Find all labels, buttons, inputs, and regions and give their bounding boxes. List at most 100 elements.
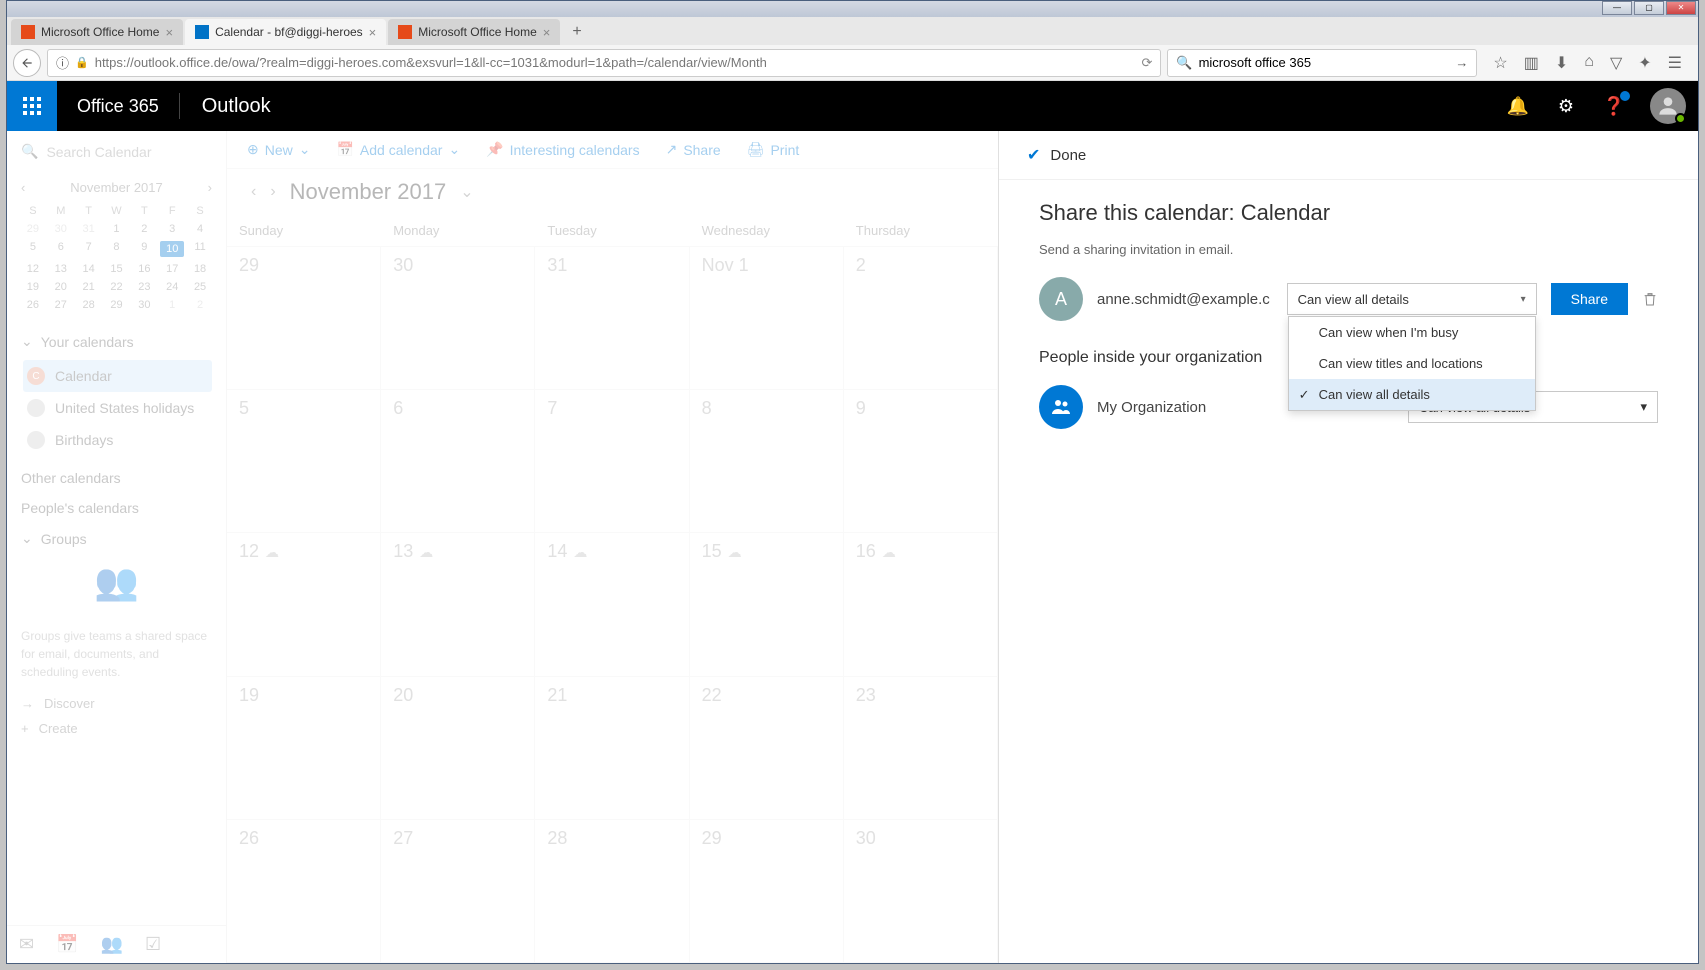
mini-cal-day[interactable]: 13 [49, 263, 73, 275]
mini-cal-day[interactable]: 11 [188, 241, 212, 257]
month-day-cell[interactable]: 12☁ [227, 533, 381, 676]
create-link[interactable]: +Create [21, 716, 212, 741]
back-button[interactable] [13, 49, 41, 77]
mini-cal-day[interactable]: 4 [188, 223, 212, 235]
mini-cal-day[interactable]: 25 [188, 281, 212, 293]
month-day-cell[interactable]: 30 [381, 247, 535, 390]
mini-cal-day[interactable]: 18 [188, 263, 212, 275]
mini-cal-day[interactable]: 2 [132, 223, 156, 235]
mini-cal-day[interactable]: 1 [105, 223, 129, 235]
mini-cal-day[interactable]: 27 [49, 299, 73, 311]
your-calendars-toggle[interactable]: ⌄ Your calendars [21, 333, 212, 350]
window-close-button[interactable]: ✕ [1666, 1, 1696, 15]
permission-select[interactable]: Can view all details ▾ Can view when I'm… [1287, 283, 1537, 315]
permission-option[interactable]: Can view titles and locations [1289, 348, 1535, 379]
url-field[interactable]: ⓘ 🔒 https://outlook.office.de/owa/?realm… [47, 49, 1161, 77]
mini-cal-day[interactable]: 7 [77, 241, 101, 257]
mini-cal-day[interactable]: 29 [105, 299, 129, 311]
mail-module-icon[interactable]: ✉ [19, 934, 34, 955]
new-event-button[interactable]: ⊕New⌄ [247, 141, 310, 158]
mini-cal-day[interactable]: 5 [21, 241, 45, 257]
notifications-button[interactable]: 🔔 [1494, 81, 1542, 131]
mini-cal-day[interactable]: 3 [160, 223, 184, 235]
permission-option[interactable]: Can view when I'm busy [1289, 317, 1535, 348]
month-title[interactable]: November 2017 [290, 179, 447, 205]
mini-cal-day[interactable]: 10 [160, 241, 184, 257]
search-input[interactable] [1199, 55, 1450, 70]
other-calendars-toggle[interactable]: Other calendars [21, 470, 212, 486]
mini-cal-day[interactable]: 8 [105, 241, 129, 257]
month-day-cell[interactable]: 26 [227, 820, 381, 963]
month-day-cell[interactable]: 28 [535, 820, 689, 963]
add-calendar-button[interactable]: 📅Add calendar⌄ [336, 141, 460, 158]
remove-invitee-button[interactable] [1642, 291, 1658, 307]
browser-tab[interactable]: Microsoft Office Home × [11, 19, 183, 45]
calendar-list-item[interactable]: Birthdays [23, 424, 212, 456]
mini-cal-day[interactable]: 28 [77, 299, 101, 311]
tasks-module-icon[interactable]: ☑ [145, 934, 161, 955]
mini-cal-day[interactable]: 26 [21, 299, 45, 311]
close-tab-icon[interactable]: × [369, 25, 377, 40]
mini-calendar-grid[interactable]: SMTWTFS293031123456789101112131415161718… [21, 205, 212, 311]
mini-cal-day[interactable]: 14 [77, 263, 101, 275]
month-prev-button[interactable]: ‹ [251, 183, 256, 201]
mini-cal-day[interactable]: 16 [132, 263, 156, 275]
month-day-cell[interactable]: 2 [844, 247, 998, 390]
calendar-list-item[interactable]: United States holidays [23, 392, 212, 424]
window-minimize-button[interactable]: — [1602, 1, 1632, 15]
mini-cal-day[interactable]: 2 [188, 299, 212, 311]
mini-cal-day[interactable]: 12 [21, 263, 45, 275]
share-calendar-button[interactable]: ↗Share [666, 141, 721, 158]
help-button[interactable]: ❓ [1590, 81, 1638, 131]
discover-link[interactable]: →Discover [21, 691, 212, 716]
month-day-cell[interactable]: 16☁ [844, 533, 998, 676]
print-button[interactable]: 🖨Print [747, 141, 800, 158]
month-day-cell[interactable]: 20 [381, 677, 535, 820]
month-day-cell[interactable]: 27 [381, 820, 535, 963]
mini-cal-day[interactable]: 9 [132, 241, 156, 257]
month-day-cell[interactable]: 5 [227, 390, 381, 533]
user-avatar[interactable] [1650, 88, 1686, 124]
mini-cal-day[interactable]: 15 [105, 263, 129, 275]
mini-cal-day[interactable]: 20 [49, 281, 73, 293]
suite-brand[interactable]: Office 365 [57, 96, 179, 117]
mini-cal-day[interactable]: 1 [160, 299, 184, 311]
mini-cal-prev[interactable]: ‹ [21, 180, 25, 195]
close-tab-icon[interactable]: × [165, 25, 173, 40]
mini-cal-next[interactable]: › [208, 180, 212, 195]
month-next-button[interactable]: › [270, 183, 275, 201]
invitee-email[interactable]: anne.schmidt@example.c [1097, 291, 1273, 308]
go-arrow-icon[interactable]: → [1455, 55, 1468, 70]
app-launcher-button[interactable] [7, 81, 57, 131]
menu-icon[interactable]: ☰ [1668, 53, 1682, 73]
calendar-list-item[interactable]: CCalendar [23, 360, 212, 392]
month-day-cell[interactable]: 31 [535, 247, 689, 390]
reload-icon[interactable]: ⟳ [1141, 55, 1152, 71]
mini-cal-day[interactable]: 30 [49, 223, 73, 235]
month-day-cell[interactable]: 19 [227, 677, 381, 820]
month-day-cell[interactable]: 30 [844, 820, 998, 963]
month-day-cell[interactable]: 14☁ [535, 533, 689, 676]
permission-option[interactable]: Can view all details [1289, 379, 1535, 410]
search-calendar-field[interactable]: 🔍 Search Calendar [7, 131, 226, 172]
month-day-cell[interactable]: 8 [690, 390, 844, 533]
month-day-cell[interactable]: 6 [381, 390, 535, 533]
month-day-cell[interactable]: 9 [844, 390, 998, 533]
month-day-cell[interactable]: 21 [535, 677, 689, 820]
month-day-cell[interactable]: 29 [690, 820, 844, 963]
mini-cal-day[interactable]: 30 [132, 299, 156, 311]
mini-cal-day[interactable]: 19 [21, 281, 45, 293]
month-day-cell[interactable]: 15☁ [690, 533, 844, 676]
month-day-cell[interactable]: 22 [690, 677, 844, 820]
share-button[interactable]: Share [1551, 283, 1628, 315]
mini-cal-day[interactable]: 29 [21, 223, 45, 235]
library-icon[interactable]: ▥ [1524, 53, 1539, 73]
month-day-cell[interactable]: 13☁ [381, 533, 535, 676]
new-tab-button[interactable]: + [562, 19, 591, 45]
downloads-icon[interactable]: ⬇ [1555, 53, 1568, 73]
browser-search-field[interactable]: 🔍 → [1167, 49, 1477, 77]
browser-tab[interactable]: Microsoft Office Home × [388, 19, 560, 45]
extension-icon[interactable]: ✦ [1638, 53, 1651, 73]
mini-cal-day[interactable]: 24 [160, 281, 184, 293]
people-module-icon[interactable]: 👥 [101, 934, 123, 955]
